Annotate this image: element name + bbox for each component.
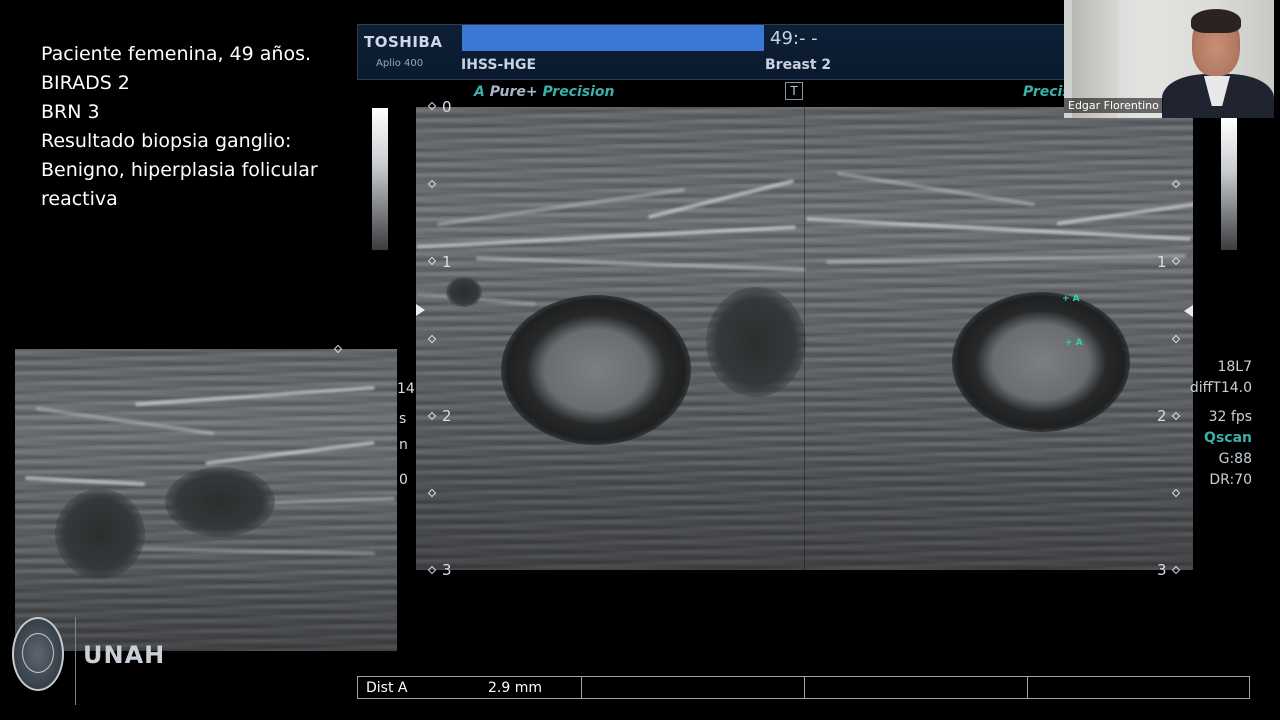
depth-label: 3 bbox=[1157, 561, 1167, 579]
prior-ultrasound-image bbox=[15, 349, 397, 651]
depth-label: 1 bbox=[442, 253, 452, 271]
case-line: Resultado biopsia ganglio: bbox=[41, 130, 292, 152]
logo-divider bbox=[75, 617, 76, 705]
measurement-cell-empty bbox=[805, 677, 1028, 698]
measurement-cell: Dist A 2.9 mm bbox=[358, 677, 582, 698]
mode-a: A bbox=[474, 84, 485, 100]
measurement-bar: Dist A 2.9 mm bbox=[357, 676, 1250, 699]
lymph-node-left bbox=[501, 295, 691, 445]
case-line: Benigno, hiperplasia folicular bbox=[41, 159, 318, 181]
qscan-label: Qscan bbox=[1204, 430, 1252, 446]
probe-label: 18L7 bbox=[1217, 359, 1252, 375]
patient-name-redaction bbox=[462, 25, 764, 51]
case-line: reactiva bbox=[41, 188, 118, 210]
university-seal-icon bbox=[12, 617, 64, 691]
measurement-label: Dist A bbox=[366, 680, 408, 696]
depth-label: 0 bbox=[442, 98, 452, 116]
exam-preset: Breast 2 bbox=[765, 57, 832, 73]
university-logo-text: UNAH bbox=[83, 641, 166, 669]
scanner-model: Aplio 400 bbox=[376, 58, 424, 69]
caliper-marker-top[interactable]: + A bbox=[1062, 294, 1080, 304]
institution-label: IHSS-HGE bbox=[461, 57, 537, 73]
case-line: BIRADS 2 bbox=[41, 72, 130, 94]
depth-label: 3 bbox=[442, 561, 452, 579]
frame-rate: 32 fps bbox=[1208, 409, 1252, 425]
patient-age: 49:- - bbox=[770, 28, 818, 49]
measurement-cell-empty bbox=[1028, 677, 1249, 698]
grayscale-bar-left bbox=[372, 108, 388, 250]
focus-marker-left bbox=[416, 304, 425, 316]
case-line: BRN 3 bbox=[41, 101, 100, 123]
depth-label: 2 bbox=[442, 407, 452, 425]
case-line: Paciente femenina, 49 años. bbox=[41, 43, 312, 65]
mode-precision: Precision bbox=[542, 84, 615, 100]
grayscale-bar-right bbox=[1221, 118, 1237, 250]
measurement-cell-empty bbox=[582, 677, 805, 698]
gain-value: G:88 bbox=[1218, 451, 1252, 467]
lymph-node-right bbox=[952, 292, 1130, 432]
case-description: Paciente femenina, 49 años. BIRADS 2 BRN… bbox=[41, 40, 318, 214]
orientation-t-icon: T bbox=[785, 82, 803, 100]
depth-label: 2 bbox=[1157, 407, 1167, 425]
scanner-header: TOSHIBA Aplio 400 49:- - IHSS-HGE Breast… bbox=[357, 24, 1065, 80]
focus-marker-right bbox=[1184, 305, 1193, 317]
image-split-line bbox=[804, 107, 805, 570]
measurement-value: 2.9 mm bbox=[488, 680, 542, 696]
dynamic-range: DR:70 bbox=[1209, 472, 1252, 488]
caliper-marker-bottom[interactable]: + A bbox=[1065, 338, 1083, 348]
clip-param: s bbox=[399, 411, 407, 427]
clip-param: n bbox=[399, 437, 408, 453]
participant-name: Edgar Florentino bbox=[1064, 98, 1163, 113]
scan-parameters: 18L7 diffT14.0 32 fps Qscan G:88 DR:70 bbox=[1180, 357, 1252, 491]
mode-param: diffT14.0 bbox=[1189, 380, 1252, 396]
clip-param: 0 bbox=[399, 472, 408, 488]
mode-label-left: A Pure+ Precision bbox=[474, 84, 615, 100]
depth-label: 1 bbox=[1157, 253, 1167, 271]
mode-pure: Pure+ bbox=[489, 84, 538, 100]
scanner-brand: TOSHIBA bbox=[364, 33, 443, 51]
ultrasound-slide: Paciente femenina, 49 años. BIRADS 2 BRN… bbox=[0, 0, 1280, 720]
